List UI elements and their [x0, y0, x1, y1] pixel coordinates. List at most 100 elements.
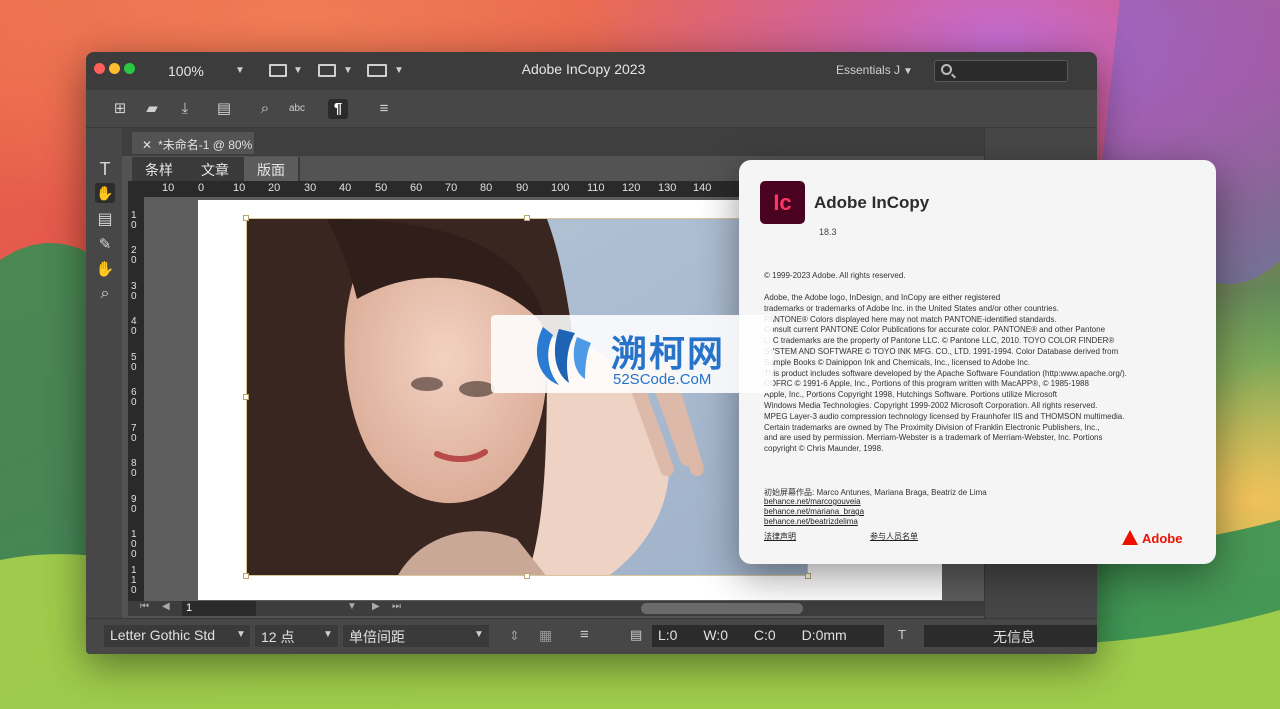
ruler-tick: 90	[516, 182, 529, 194]
position-tool-icon[interactable]: ✋	[95, 183, 115, 203]
tab-story[interactable]: 文章	[188, 157, 242, 181]
watermark-url: 52SCode.CoM	[613, 371, 712, 388]
legal-line: Windows Media Technologies. Copyright 19…	[764, 400, 1098, 410]
ruler-tick: 80	[480, 182, 493, 194]
last-page-icon[interactable]: ⏭	[392, 601, 401, 612]
vertical-ruler[interactable]: 10 20 30 40 50 60 70 80 90 100 110	[128, 197, 144, 607]
ruler-tick: 60	[410, 182, 423, 194]
product-version: 18.3	[819, 227, 837, 237]
tab-layout[interactable]: 版面	[244, 157, 298, 181]
adobe-logo-icon	[1122, 530, 1138, 545]
ruler-tick: 60	[131, 387, 137, 408]
legal-line: MPEG Layer-3 audio compression technolog…	[764, 411, 1125, 421]
copyright-text: © 1999-2023 Adobe. All rights reserved.	[764, 271, 906, 280]
legal-line: ODFRC © 1991-6 Apple, Inc., Portions of …	[764, 379, 1089, 389]
line-spacing-icon[interactable]: ⇕	[509, 628, 520, 644]
page-number-field[interactable]: 1	[182, 601, 256, 616]
ruler-tick: 100	[131, 529, 137, 560]
tools-panel: T ✋ ▤ ✎ ✋ ⌕	[86, 128, 122, 618]
first-page-icon[interactable]: ⏮	[140, 601, 149, 612]
save-download-icon[interactable]: ⤓	[175, 99, 195, 119]
ruler-tick: 20	[131, 245, 137, 266]
app-title: Adobe InCopy 2023	[521, 61, 646, 77]
legal-line: LLC trademarks are the property of Panto…	[764, 336, 1115, 346]
ruler-tick: 20	[268, 182, 281, 194]
workspace-switcher[interactable]: Essentials J	[836, 63, 900, 77]
chevron-down-icon[interactable]: ▼	[903, 66, 913, 77]
ruler-tick: 90	[131, 494, 137, 515]
story-info-icon: ▤	[630, 627, 643, 642]
legal-line: This product includes software developed…	[764, 368, 1127, 378]
ruler-tick: 0	[198, 182, 205, 194]
spellcheck-icon[interactable]: abc	[287, 99, 307, 119]
hand-tool-icon[interactable]: ✋	[95, 260, 115, 280]
eyedropper-tool-icon[interactable]: ✎	[95, 235, 115, 255]
about-dialog[interactable]: Ic Adobe InCopy 18.3 © 1999-2023 Adobe. …	[739, 160, 1216, 564]
adobe-brand: Adobe	[1122, 530, 1182, 546]
pilcrow-icon[interactable]: ¶	[328, 99, 348, 119]
note-tool-icon[interactable]: ▤	[95, 210, 115, 230]
legal-notices-link[interactable]: 法律声明	[764, 531, 796, 542]
ruler-tick: 100	[551, 182, 570, 194]
legal-line: SYSTEM AND SOFTWARE © TOYO INK MFG. CO.,…	[764, 346, 1119, 356]
credits-link[interactable]: 参与人员名单	[870, 531, 918, 542]
watermark-title: 溯柯网	[611, 333, 726, 374]
horizontal-scrollbar[interactable]: ⏮ ◀ ▼ ▶ ⏭	[128, 601, 984, 616]
menu-lines-icon[interactable]: ≡	[580, 626, 589, 643]
legal-line: PANTONE® Colors displayed here may not m…	[764, 314, 1057, 324]
credit-link[interactable]: behance.net/marcogouveia	[764, 497, 861, 506]
new-document-icon[interactable]: ⊞	[110, 99, 130, 119]
chevron-down-icon[interactable]: ▼	[474, 629, 484, 640]
search-input[interactable]	[934, 60, 1068, 82]
leading-select[interactable]: 单倍间距	[343, 625, 489, 647]
next-page-icon[interactable]: ▶	[372, 601, 380, 612]
ruler-tick: 130	[658, 182, 677, 194]
image-frame[interactable]	[246, 218, 808, 576]
open-folder-icon[interactable]: ▰	[142, 99, 162, 119]
ruler-tick: 40	[131, 316, 137, 337]
frame-handle[interactable]	[243, 215, 249, 221]
document-tab[interactable]: ✕ *未命名-1 @ 80%	[132, 132, 254, 154]
ruler-tick: 110	[131, 565, 137, 596]
ruler-tick: 140	[693, 182, 712, 194]
find-icon[interactable]: ⌕	[255, 99, 275, 119]
legal-line: trademarks or trademarks of Adobe Inc. i…	[764, 303, 1059, 313]
text-format-icon[interactable]: T	[898, 627, 906, 642]
incopy-logo-icon: Ic	[760, 181, 805, 224]
frame-handle[interactable]	[243, 394, 249, 400]
frame-handle[interactable]	[243, 573, 249, 579]
ruler-tick: 10	[233, 182, 246, 194]
grid-icon[interactable]: ▦	[539, 627, 552, 644]
previous-page-icon[interactable]: ◀	[162, 601, 170, 612]
zoom-tool-icon[interactable]: ⌕	[95, 284, 115, 304]
print-icon[interactable]: ▤	[214, 99, 234, 119]
frame-handle[interactable]	[805, 573, 811, 579]
ruler-tick: 40	[339, 182, 352, 194]
credit-link[interactable]: behance.net/beatrizdelima	[764, 517, 858, 526]
credit-link[interactable]: behance.net/mariana_braga	[764, 507, 864, 516]
legal-line: Sample Books © Dainippon Ink and Chemica…	[764, 357, 1031, 367]
ruler-tick: 50	[375, 182, 388, 194]
control-toolbar: ⊞ ▰ ⤓ ▤ ⌕ abc ¶ ≡	[86, 90, 1097, 128]
chevron-down-icon[interactable]: ▼	[347, 601, 357, 612]
legal-line: Certain trademarks are owned by The Prox…	[764, 422, 1100, 432]
legal-line: Adobe, the Adobe logo, InDesign, and InC…	[764, 293, 1001, 302]
tab-galley[interactable]: 条样	[132, 157, 186, 181]
frame-handle[interactable]	[524, 215, 530, 221]
type-tool-icon[interactable]: T	[95, 159, 115, 179]
frame-handle[interactable]	[524, 573, 530, 579]
search-icon	[941, 64, 952, 75]
photo-portrait	[247, 219, 807, 575]
ruler-tick: 50	[131, 352, 137, 373]
ruler-tick: 10	[131, 210, 137, 231]
legal-line: Apple, Inc., Portions Copyright 1998, Hu…	[764, 390, 1058, 400]
scroll-thumb[interactable]	[641, 603, 803, 614]
chevron-down-icon[interactable]: ▼	[323, 629, 333, 640]
font-family-select[interactable]: Letter Gothic Std	[104, 625, 250, 647]
legal-line: Consult current PANTONE Color Publicatio…	[764, 325, 1106, 335]
chevron-down-icon[interactable]: ▼	[236, 629, 246, 640]
close-icon[interactable]: ✕	[142, 138, 152, 152]
ruler-tick: 80	[131, 458, 137, 479]
menu-lines-icon[interactable]: ≡	[374, 99, 394, 119]
adobe-wordmark: Adobe	[1142, 531, 1183, 546]
